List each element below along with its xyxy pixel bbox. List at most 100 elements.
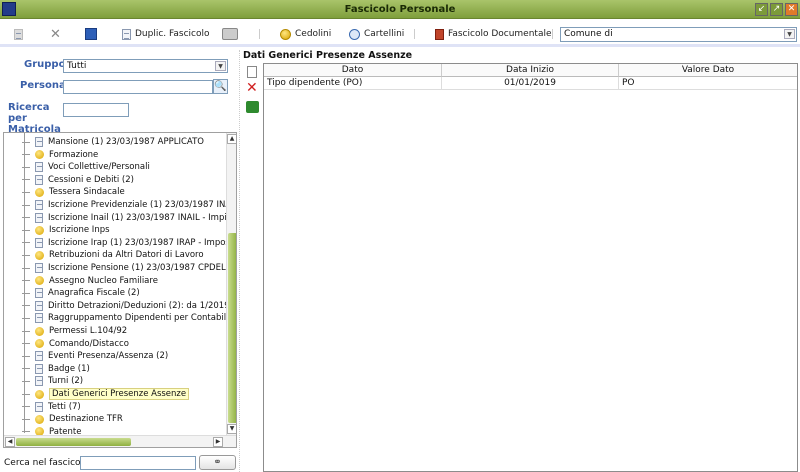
chevron-down-icon: ▼ [215, 61, 226, 71]
document-icon [35, 300, 43, 311]
cell-valore-dato[interactable]: PO [619, 77, 797, 90]
tree-item[interactable]: Dati Generici Presenze Assenze [22, 388, 190, 400]
tree-item[interactable]: Iscrizione Pensione (1) 23/03/1987 CPDEL… [22, 262, 237, 274]
document-icon [35, 376, 43, 387]
vertical-scrollbar[interactable]: ▲ ▼ [226, 133, 236, 435]
scroll-right-icon[interactable]: ▶ [213, 437, 223, 447]
delete-button[interactable]: ✕ [50, 26, 61, 42]
folder-dot-icon [35, 339, 44, 349]
tree-item-label: Dati Generici Presenze Assenze [49, 388, 190, 400]
tree-item[interactable]: Turni (2) [22, 375, 83, 387]
persona-input[interactable] [63, 80, 213, 94]
separator [414, 29, 415, 39]
x-icon: ✕ [50, 26, 61, 42]
search-button[interactable]: ⚭ [199, 455, 236, 470]
tree-item[interactable]: Badge (1) [22, 363, 90, 375]
tree-item[interactable]: Permessi L.104/92 [22, 325, 127, 337]
binoculars-icon: ⚭ [213, 457, 222, 468]
scrollbar-thumb[interactable] [16, 438, 131, 446]
tree-item-label: Iscrizione Pensione (1) 23/03/1987 CPDEL… [48, 263, 237, 273]
document-icon [35, 401, 43, 412]
document-icon [35, 200, 43, 210]
gruppo-select[interactable]: Tutti ▼ [63, 59, 228, 73]
horizontal-scrollbar[interactable]: ◀ ▶ [4, 435, 236, 447]
tree-item[interactable]: Comando/Distacco [22, 338, 129, 350]
cedolini-label: Cedolini [295, 29, 332, 39]
comune-value: Comune di [564, 29, 613, 39]
magnifier-icon: 🔍 [214, 81, 227, 92]
x-icon: ✕ [246, 80, 258, 96]
tree-item[interactable]: Diritto Detrazioni/Deduzioni (2): da 1/2… [22, 300, 236, 312]
tree-item[interactable]: Voci Collettive/Personali [22, 161, 150, 173]
folder-dot-icon [35, 326, 44, 336]
cell-data-inizio[interactable]: 01/01/2019 [442, 77, 619, 90]
tree-item-label: Tessera Sindacale [49, 187, 125, 198]
floppy-icon [85, 28, 97, 40]
document-icon [35, 237, 43, 248]
tree-item-label: Destinazione TFR [49, 414, 123, 425]
scroll-up-icon[interactable]: ▲ [227, 134, 236, 144]
save-button[interactable] [85, 26, 97, 42]
document-icon [35, 137, 43, 147]
scroll-left-icon[interactable]: ◀ [5, 437, 15, 447]
minimize-button[interactable]: ↙ [755, 3, 768, 16]
tree-item[interactable]: Iscrizione Inail (1) 23/03/1987 INAIL - … [22, 212, 236, 224]
tree-item[interactable]: Tetti (7) [22, 401, 81, 413]
document-icon [35, 212, 43, 223]
tree-item[interactable]: Eventi Presenza/Assenza (2) [22, 350, 168, 362]
tree-item[interactable]: Assegno Nucleo Familiare [22, 275, 158, 287]
tree-item[interactable]: Tessera Sindacale [22, 186, 125, 198]
persona-label: Persona [20, 80, 66, 91]
detail-title: Dati Generici Presenze Assenze [243, 50, 413, 61]
column-header-valore-dato[interactable]: Valore Dato [619, 64, 797, 77]
close-button[interactable]: ✕ [785, 3, 798, 16]
delete-row-button[interactable]: ✕ [246, 80, 258, 96]
document-icon [35, 313, 43, 324]
separator [552, 29, 553, 39]
tree-item-label: Turni (2) [48, 376, 84, 387]
new-button[interactable] [14, 26, 23, 42]
tree-item[interactable]: Destinazione TFR [22, 413, 123, 425]
scroll-down-icon[interactable]: ▼ [227, 424, 236, 434]
tree-item[interactable]: Anagrafica Fiscale (2) [22, 287, 140, 299]
cedolini-button[interactable]: Cedolini [280, 26, 331, 42]
splitter[interactable] [239, 50, 241, 472]
tree-item[interactable]: Raggruppamento Dipendenti per Contabiliz… [22, 312, 236, 324]
tree-item[interactable]: Iscrizione Previdenziale (1) 23/03/1987 … [22, 199, 236, 211]
separator [259, 29, 260, 39]
tree-item[interactable]: Retribuzioni da Altri Datori di Lavoro [22, 249, 204, 261]
tree-item[interactable]: Formazione [22, 149, 98, 161]
duplicate-button[interactable]: Duplic. Fascicolo [122, 26, 209, 42]
tree-item[interactable]: Iscrizione Inps [22, 224, 110, 236]
folder-dot-icon [35, 187, 44, 197]
tree-item[interactable]: Cessioni e Debiti (2) [22, 174, 134, 186]
cartellini-button[interactable]: Cartellini [349, 26, 404, 42]
cell-dato[interactable]: Tipo dipendente (PO) [264, 77, 442, 90]
gruppo-label: Gruppo [24, 59, 66, 70]
tree-item-label: Tetti (7) [48, 401, 81, 412]
maximize-button[interactable]: ↗ [770, 3, 783, 16]
clock-icon [349, 28, 360, 40]
tree-item-label: Voci Collettive/Personali [48, 162, 150, 173]
column-header-data-inizio[interactable]: Data Inizio [442, 64, 619, 77]
print-button[interactable] [222, 26, 238, 42]
tree-item[interactable]: Iscrizione Irap (1) 23/03/1987 IRAP - Im… [22, 237, 237, 249]
tree-item-label: Comando/Distacco [49, 338, 129, 349]
search-label: Cerca nel fascicolo [4, 458, 89, 468]
printer-icon [222, 28, 238, 40]
search-input[interactable] [80, 456, 196, 470]
duplicate-label: Duplic. Fascicolo [135, 29, 210, 39]
tree-item-label: Retribuzioni da Altri Datori di Lavoro [49, 250, 204, 261]
document-icon [35, 263, 43, 273]
add-row-button[interactable] [247, 66, 257, 78]
fascicolo-documentale-button[interactable]: Fascicolo Documentale [435, 26, 552, 42]
tree-item-label: Iscrizione Irap (1) 23/03/1987 IRAP - Im… [48, 237, 237, 248]
column-header-dato[interactable]: Dato [264, 64, 442, 77]
scrollbar-thumb[interactable] [228, 233, 236, 423]
comune-select[interactable]: Comune di ▼ [560, 27, 797, 42]
coin-icon [280, 28, 291, 40]
matricola-input[interactable] [63, 103, 129, 117]
search-persona-button[interactable]: 🔍 [213, 79, 228, 94]
tree-item[interactable]: Mansione (1) 23/03/1987 APPLICATO [22, 136, 204, 148]
undo-button[interactable] [246, 101, 259, 113]
